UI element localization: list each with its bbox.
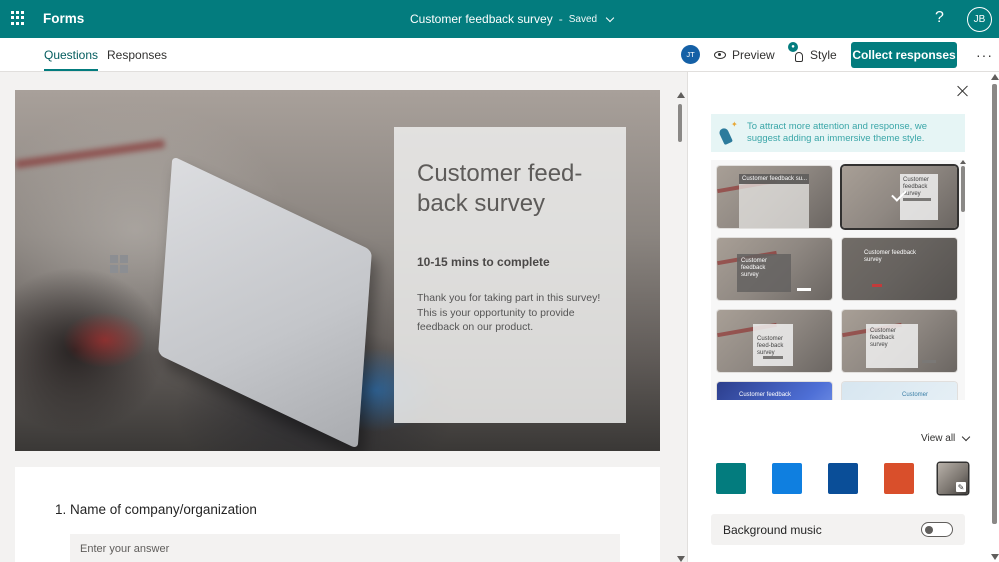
background-decor <box>797 288 811 291</box>
question-title: 1. Name of company/organization <box>55 502 257 517</box>
custom-image-swatch[interactable]: ✎ <box>938 463 968 494</box>
top-bar: Forms Customer feedback survey - Saved ?… <box>0 0 999 38</box>
save-status: Saved <box>568 13 598 25</box>
page-scrollbar[interactable] <box>990 72 999 562</box>
scroll-thumb[interactable] <box>992 84 997 524</box>
paintbrush-sparkle-icon <box>717 120 739 144</box>
background-decor <box>872 284 882 287</box>
scroll-up-icon[interactable] <box>677 92 685 98</box>
close-icon[interactable] <box>956 84 970 98</box>
tip-text: To attract more attention and response, … <box>747 121 928 144</box>
theme-thumbnail-selected[interactable]: Customer feedback survey <box>842 166 957 228</box>
form-duration[interactable]: 10-15 mins to complete <box>417 255 550 269</box>
color-swatch-orange[interactable] <box>884 463 914 494</box>
form-header-image: Customer feed-back survey 10-15 mins to … <box>15 90 660 451</box>
theme-thumbnail[interactable]: Customer feedback survey <box>842 310 957 372</box>
scroll-down-icon[interactable] <box>677 556 685 562</box>
scroll-thumb[interactable] <box>678 104 682 142</box>
question-card[interactable]: 1. Name of company/organization Enter yo… <box>15 467 660 562</box>
style-label: Style <box>810 48 837 62</box>
more-options-icon[interactable]: ··· <box>976 47 993 63</box>
theme-label: Customer feedback survey <box>864 250 917 263</box>
form-title-heading[interactable]: Customer feed-back survey <box>417 159 607 219</box>
theme-label: Customer feedback su... <box>742 176 808 182</box>
chevron-down-icon <box>962 432 971 442</box>
form-title-menu[interactable]: Customer feedback survey - Saved <box>410 12 615 26</box>
color-swatch-navy[interactable] <box>828 463 858 494</box>
background-music-row: Background music <box>711 514 965 545</box>
user-avatar[interactable]: JB <box>967 7 992 32</box>
background-decor <box>763 356 783 359</box>
eye-icon <box>714 51 726 59</box>
help-icon[interactable]: ? <box>935 9 944 27</box>
background-music-toggle[interactable] <box>921 522 953 537</box>
theme-thumbnail[interactable]: Customer feedback survey <box>717 238 832 300</box>
form-canvas: Customer feed-back survey 10-15 mins to … <box>0 72 687 562</box>
answer-input[interactable]: Enter your answer <box>70 534 620 562</box>
theme-label: Customer feedback <box>739 392 792 398</box>
collect-responses-button[interactable]: Collect responses <box>851 42 957 68</box>
preview-button[interactable]: Preview <box>714 48 775 62</box>
command-bar: Questions Responses JT Preview ● Style C… <box>0 38 999 72</box>
theme-thumbnail[interactable]: Customer feedback survey <box>842 238 957 300</box>
question-number: 1. <box>55 502 67 517</box>
view-all-button[interactable]: View all <box>921 432 971 444</box>
color-swatch-teal[interactable] <box>716 463 746 494</box>
scroll-thumb[interactable] <box>961 166 965 212</box>
notification-badge: ● <box>788 42 798 52</box>
app-launcher-icon[interactable] <box>11 11 25 25</box>
theme-label: Customer feedback survey <box>870 328 897 348</box>
paintbrush-icon: ● <box>788 42 804 62</box>
tab-responses[interactable]: Responses <box>107 48 167 62</box>
background-decor <box>842 238 957 300</box>
question-text: Name of company/organization <box>70 502 257 517</box>
scroll-down-icon[interactable] <box>991 554 999 560</box>
form-header-card: Customer feed-back survey 10-15 mins to … <box>394 127 626 423</box>
theme-label: Customer feed-back survey <box>757 336 784 356</box>
pencil-icon[interactable]: ✎ <box>956 482 966 492</box>
theme-label: Customer feedback survey <box>903 177 930 197</box>
view-all-label: View all <box>921 433 956 444</box>
app-name[interactable]: Forms <box>43 11 84 26</box>
chevron-down-icon <box>605 13 615 22</box>
title-separator: - <box>558 12 563 26</box>
background-decor <box>922 360 936 363</box>
color-swatch-blue[interactable] <box>772 463 802 494</box>
scroll-up-icon[interactable] <box>991 74 999 80</box>
theme-label: Customer feedback survey <box>741 258 768 278</box>
style-panel: To attract more attention and response, … <box>687 72 999 562</box>
theme-thumbnail[interactable]: Customer feedback su... <box>717 166 832 228</box>
scroll-up-icon[interactable] <box>960 160 966 164</box>
canvas-scrollbar[interactable] <box>675 90 685 562</box>
theme-thumbnail[interactable]: Customer feed-back survey <box>717 310 832 372</box>
theme-gallery: Customer feedback su... Customer feedbac… <box>711 160 965 400</box>
theme-gallery-scrollbar[interactable] <box>960 160 966 400</box>
preview-label: Preview <box>732 48 775 62</box>
style-button[interactable]: ● Style <box>788 42 837 62</box>
theme-suggestion-tip: To attract more attention and response, … <box>711 114 965 152</box>
collaborator-avatar[interactable]: JT <box>681 45 700 64</box>
theme-thumbnail[interactable]: Customer <box>842 382 957 400</box>
form-title: Customer feedback survey <box>410 12 553 26</box>
windows-logo-icon <box>110 255 128 273</box>
background-decor <box>15 139 165 169</box>
background-music-label: Background music <box>723 523 822 537</box>
theme-thumbnail[interactable]: Customer feedback <box>717 382 832 400</box>
background-decor <box>903 198 931 201</box>
form-description[interactable]: Thank you for taking part in this survey… <box>417 291 612 335</box>
theme-label: Customer <box>902 392 929 398</box>
tab-questions[interactable]: Questions <box>44 48 99 71</box>
tablet-photo <box>158 155 372 450</box>
